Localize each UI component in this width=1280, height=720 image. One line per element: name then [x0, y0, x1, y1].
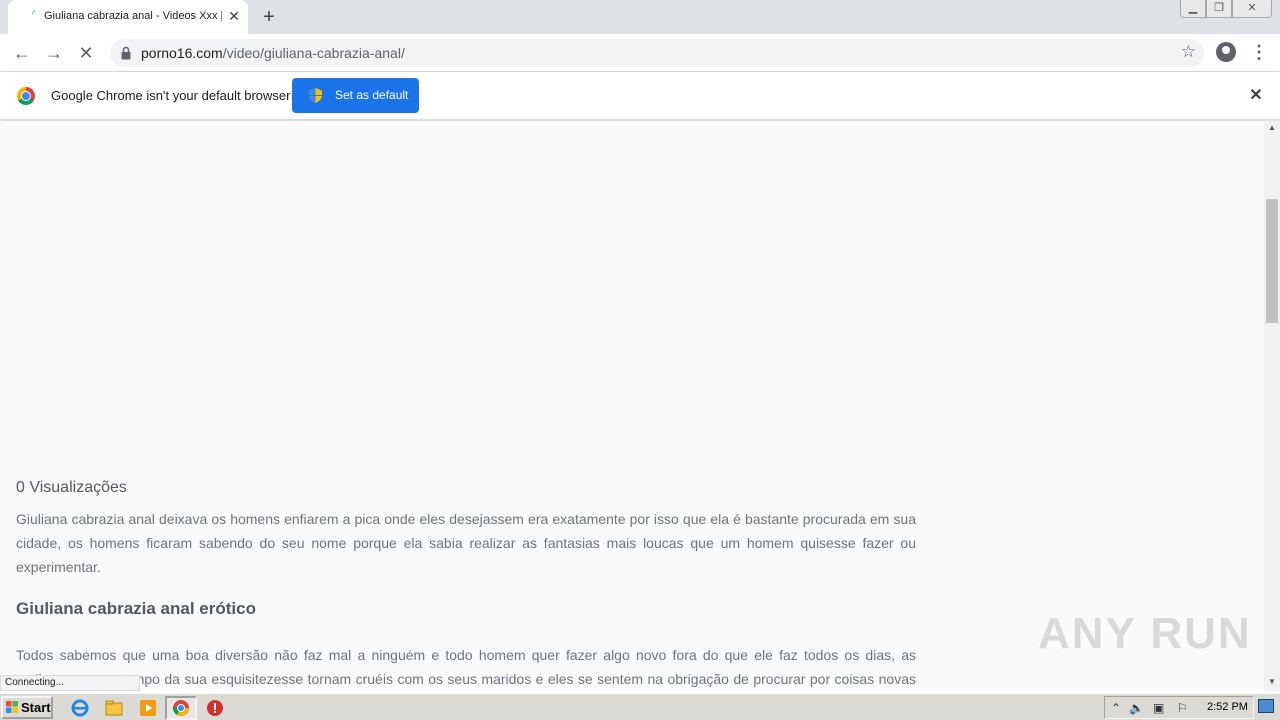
body-paragraph: Todos sabemos que uma boa diversão não f… — [16, 647, 916, 687]
loading-spinner-icon: ◜ — [32, 9, 36, 20]
back-icon[interactable]: ← — [10, 41, 34, 65]
shield-icon — [309, 88, 322, 103]
tray-expand-icon[interactable]: ⌃ — [1111, 701, 1121, 715]
chrome-logo-icon — [17, 87, 35, 105]
set-as-default-label: Set as default — [335, 88, 409, 102]
chrome-icon — [172, 700, 189, 716]
anyrun-watermark: ANY RUN — [1038, 609, 1252, 658]
system-tray: ⌃ 🔈 ▣ ⚐ 2:52 PM — [1104, 696, 1254, 719]
forward-icon[interactable]: → — [42, 41, 66, 65]
restore-button[interactable]: ❐ — [1206, 0, 1232, 18]
set-as-default-button[interactable]: Set as default — [292, 78, 419, 113]
media-player-icon[interactable] — [138, 698, 158, 718]
profile-icon[interactable] — [1216, 42, 1236, 62]
scroll-down-arrow-icon[interactable]: ▼ — [1268, 677, 1276, 686]
windows-flag-icon — [6, 701, 18, 713]
show-desktop-icon[interactable] — [1258, 699, 1274, 713]
infobar-close-icon[interactable]: ✕ — [1246, 86, 1266, 106]
stop-loading-icon[interactable]: ✕ — [74, 41, 98, 65]
url-host: porno16.com — [141, 45, 223, 61]
scroll-thumb[interactable] — [1266, 199, 1278, 323]
minimize-button[interactable]: ▁ — [1180, 0, 1206, 18]
browser-toolbar: ← → ✕ porno16.com/video/giuliana-cabrazi… — [0, 34, 1280, 72]
start-label: Start — [21, 700, 51, 715]
views-count: 0 Visualizações — [16, 479, 127, 496]
windows-taskbar: Start ⌃ 🔈 ▣ ⚐ 2:52 PM — [0, 693, 1280, 720]
default-browser-infobar: Google Chrome isn't your default browser… — [0, 72, 1280, 120]
start-button[interactable]: Start — [1, 696, 53, 719]
star-icon[interactable]: ☆ — [1181, 42, 1196, 62]
action-center-flag-icon[interactable]: ⚐ — [1177, 701, 1188, 715]
browser-tab[interactable]: ◜ Giuliana cabrazia anal - Videos Xxx | … — [8, 0, 248, 34]
tab-title: Giuliana cabrazia anal - Videos Xxx | — [44, 10, 222, 22]
description-paragraph: Giuliana cabrazia anal deixava os homens… — [16, 511, 916, 575]
section-heading: Giuliana cabrazia anal erótico — [16, 599, 256, 618]
lock-icon — [121, 46, 131, 60]
menu-icon[interactable]: ⋮ — [1250, 40, 1268, 64]
infobar-message: Google Chrome isn't your default browser — [51, 88, 291, 103]
ie-icon[interactable] — [70, 698, 90, 718]
url-path: /video/giuliana-cabrazia-anal/ — [222, 45, 405, 61]
tab-bar: ◜ Giuliana cabrazia anal - Videos Xxx | … — [0, 0, 1280, 34]
status-bubble: Connecting... — [0, 675, 140, 691]
page-viewport: 0 Visualizações Giuliana cabrazia anal d… — [0, 121, 1264, 691]
scroll-up-arrow-icon[interactable]: ▲ — [1268, 123, 1276, 132]
stop-app-icon[interactable] — [205, 698, 225, 718]
window-controls: ▁ ❐ ✕ — [1180, 0, 1272, 18]
page-scrollbar[interactable]: ▲ ▼ — [1264, 121, 1280, 691]
close-window-button[interactable]: ✕ — [1232, 0, 1272, 18]
address-bar[interactable]: porno16.com/video/giuliana-cabrazia-anal… — [110, 39, 1204, 67]
explorer-icon[interactable] — [104, 698, 124, 718]
clock: 2:52 PM — [1207, 701, 1248, 713]
volume-icon[interactable]: 🔈 — [1129, 701, 1144, 715]
url-text: porno16.com/video/giuliana-cabrazia-anal… — [141, 45, 405, 61]
new-tab-button[interactable]: + — [258, 6, 280, 28]
network-icon[interactable]: ▣ — [1153, 701, 1164, 715]
taskbar-chrome-active[interactable] — [165, 696, 197, 720]
tab-close-icon[interactable]: ✕ — [226, 8, 242, 24]
